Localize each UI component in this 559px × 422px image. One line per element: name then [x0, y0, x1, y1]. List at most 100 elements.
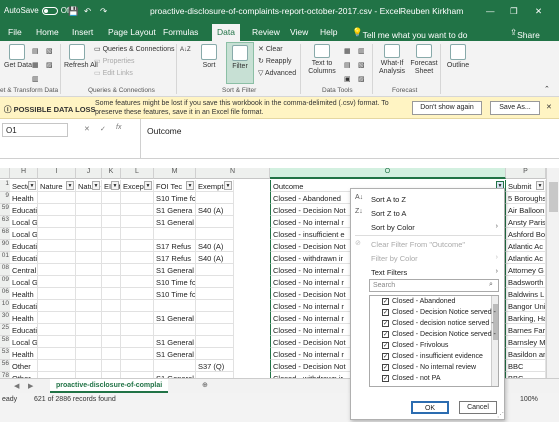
checkbox-icon[interactable]: ✓ — [382, 320, 389, 327]
row-header[interactable]: 09 — [0, 276, 10, 288]
table-cell[interactable] — [76, 348, 102, 360]
refresh-all-button[interactable]: Refresh All — [64, 44, 98, 69]
column-header-i[interactable]: I — [38, 168, 76, 179]
table-cell[interactable] — [121, 264, 154, 276]
share-button[interactable]: ⇪ Share — [510, 27, 540, 40]
table-cell[interactable]: Ansty Paris — [506, 216, 546, 228]
relationships-icon[interactable]: ▧ — [358, 61, 365, 69]
column-header-m[interactable]: M — [154, 168, 196, 179]
clear-button[interactable]: ✕ Clear — [258, 45, 283, 53]
row-header[interactable]: 59 — [0, 204, 10, 216]
filter-dropdown-icon[interactable]: ▼ — [536, 181, 544, 190]
flash-fill-icon[interactable]: ▦ — [344, 47, 351, 55]
existing-connections-icon[interactable]: ▨ — [46, 61, 53, 69]
table-cell[interactable] — [38, 360, 76, 372]
cancel-button[interactable]: Cancel — [459, 401, 497, 414]
row-header[interactable]: 01 — [0, 252, 10, 264]
remove-duplicates-icon[interactable]: ▤ — [344, 61, 351, 69]
filter-dropdown-icon[interactable]: ▼ — [144, 181, 152, 190]
formula-input[interactable]: Outcome — [140, 119, 559, 159]
table-cell[interactable] — [102, 228, 121, 240]
table-cell[interactable]: Atlantic Ac — [506, 240, 546, 252]
filter-search-input[interactable]: Search — [369, 279, 499, 292]
enter-check-icon[interactable]: ✓ — [100, 125, 106, 133]
table-cell[interactable] — [121, 216, 154, 228]
reapply-button[interactable]: ↻ Reapply — [258, 57, 292, 65]
prev-sheet-icon[interactable]: ◀ — [14, 382, 19, 390]
table-cell[interactable]: S40 (A) — [196, 204, 234, 216]
table-cell[interactable] — [102, 216, 121, 228]
sort-az-button[interactable]: A↓Z — [180, 47, 191, 53]
table-cell[interactable]: Atlantic Ac — [506, 252, 546, 264]
row-header[interactable]: 25 — [0, 324, 10, 336]
tab-insert[interactable]: Insert — [72, 27, 93, 37]
text-filters[interactable]: Text Filters — [371, 268, 407, 277]
filter-list-item[interactable]: ✓ Closed - Frivolous — [382, 342, 448, 349]
checkbox-icon[interactable]: ✓ — [382, 331, 389, 338]
table-cell[interactable] — [102, 264, 121, 276]
table-cell[interactable]: S1 General right of a — [154, 348, 196, 360]
sheet-tab[interactable]: proactive-disclosure-of-complai — [50, 379, 169, 393]
table-cell[interactable] — [121, 276, 154, 288]
header-cell[interactable]: Excepti ▼ — [121, 180, 154, 192]
table-cell[interactable]: Bangor Uni — [506, 300, 546, 312]
table-cell[interactable] — [38, 300, 76, 312]
sort-by-color[interactable]: Sort by Color — [371, 223, 415, 232]
table-cell[interactable]: BBC — [506, 360, 546, 372]
column-header-k[interactable]: K — [102, 168, 121, 179]
data-validation-icon[interactable]: ▣ — [344, 75, 351, 83]
vertical-scrollbar[interactable] — [546, 168, 559, 378]
column-header-n[interactable]: N — [196, 168, 270, 179]
checkbox-icon[interactable]: ✓ — [382, 364, 389, 371]
table-cell[interactable]: Ashford Bo — [506, 228, 546, 240]
header-cell[interactable]: EIR tec▼ — [102, 180, 121, 192]
ok-button[interactable]: OK — [411, 401, 449, 414]
table-cell[interactable] — [154, 324, 196, 336]
column-header-h[interactable]: H — [10, 168, 38, 179]
table-cell[interactable] — [76, 312, 102, 324]
zoom-level[interactable]: 100% — [520, 396, 538, 403]
row-header[interactable]: 30 — [0, 312, 10, 324]
filter-value-list[interactable]: ✓ Closed - Abandoned ✓ Closed - Decision No… — [369, 295, 499, 387]
filter-list-item[interactable]: ✓ Closed - Decision Notice served - — [382, 309, 496, 316]
table-cell[interactable] — [121, 228, 154, 240]
sort-a-to-z[interactable]: Sort A to Z — [371, 195, 406, 204]
resize-grip-icon[interactable]: ⋰ — [497, 411, 504, 419]
table-cell[interactable] — [102, 192, 121, 204]
queries-connections-button[interactable]: ▭ Queries & Connections — [94, 45, 175, 53]
get-data-button[interactable]: Get Data — [4, 44, 32, 69]
outline-button[interactable]: Outline — [444, 44, 472, 69]
table-cell[interactable] — [102, 312, 121, 324]
column-header-l[interactable]: L — [121, 168, 154, 179]
properties-button[interactable]: ▭ Properties — [94, 57, 134, 65]
filter-button[interactable]: Filter — [226, 42, 254, 84]
checkbox-icon[interactable]: ✓ — [382, 353, 389, 360]
table-cell[interactable] — [76, 288, 102, 300]
table-cell[interactable] — [38, 324, 76, 336]
table-cell[interactable] — [196, 348, 234, 360]
table-cell[interactable] — [38, 192, 76, 204]
table-cell[interactable] — [76, 240, 102, 252]
table-cell[interactable]: Health — [10, 288, 38, 300]
table-cell[interactable]: S17 Refus — [154, 252, 196, 264]
text-to-columns-button[interactable]: Text to Columns — [304, 44, 340, 76]
table-cell[interactable]: Badsworth — [506, 276, 546, 288]
checkbox-icon[interactable]: ✓ — [382, 309, 389, 316]
table-cell[interactable]: S1 General right of a — [154, 264, 196, 276]
table-cell[interactable] — [38, 216, 76, 228]
undo-icon[interactable]: ↶ — [84, 6, 91, 17]
row-header[interactable]: 63 — [0, 216, 10, 228]
filter-by-color[interactable]: Filter by Color — [371, 254, 418, 263]
sort-z-to-a[interactable]: Sort Z to A — [371, 209, 406, 218]
row-header[interactable]: 68 — [0, 228, 10, 240]
table-cell[interactable]: S10 Time for complia — [154, 276, 196, 288]
table-cell[interactable]: Health — [10, 192, 38, 204]
table-cell[interactable] — [38, 276, 76, 288]
table-cell[interactable]: S1 General right of a — [154, 336, 196, 348]
column-header-p[interactable]: P — [506, 168, 546, 179]
table-cell[interactable]: Education — [10, 324, 38, 336]
row-header[interactable]: 06 — [0, 288, 10, 300]
table-cell[interactable] — [102, 348, 121, 360]
table-cell[interactable] — [76, 336, 102, 348]
table-cell[interactable] — [38, 312, 76, 324]
